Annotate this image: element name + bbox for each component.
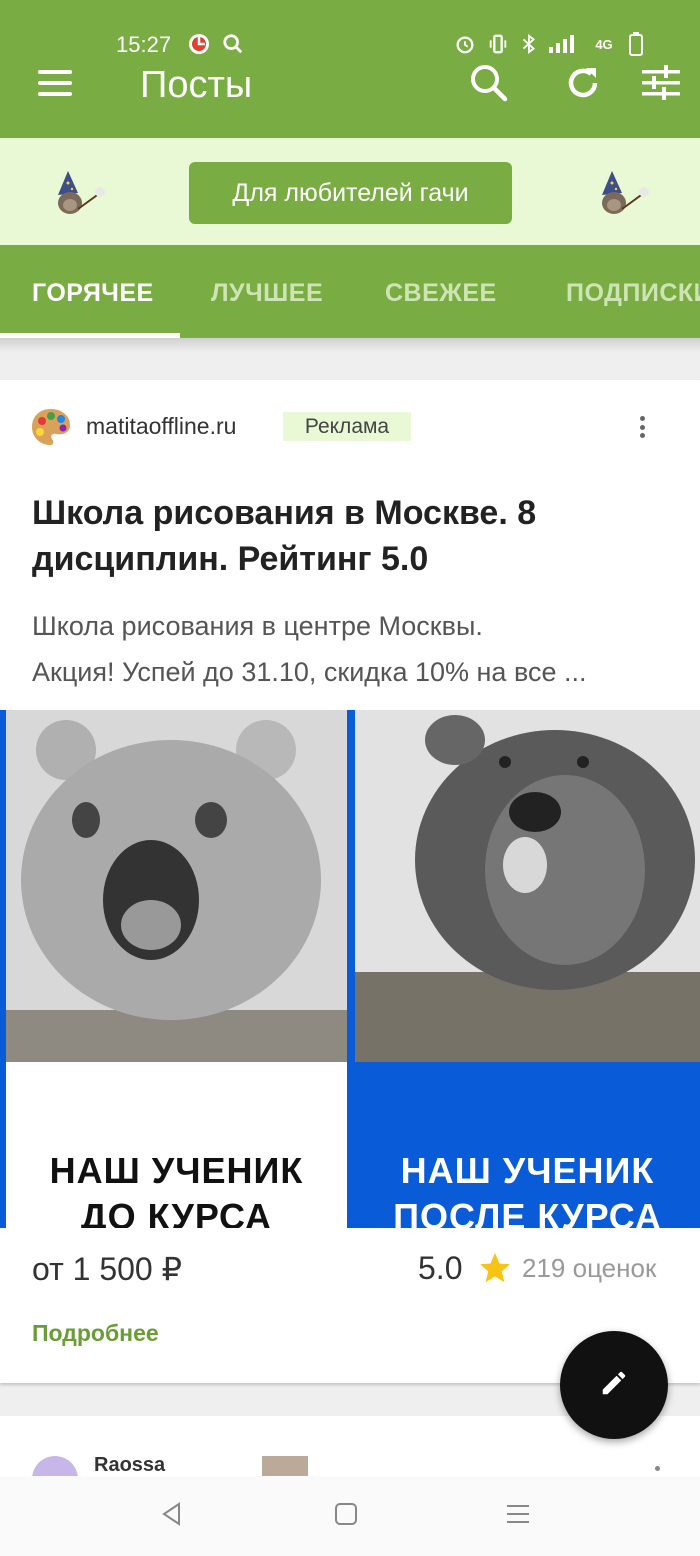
alarm-icon xyxy=(452,32,478,56)
home-icon xyxy=(333,1501,359,1532)
avatar[interactable] xyxy=(32,1456,78,1476)
search-icon xyxy=(220,32,246,56)
system-nav-bar xyxy=(0,1476,700,1556)
before-caption-line2: ДО КУРСА xyxy=(80,1196,273,1228)
recents-button[interactable] xyxy=(498,1496,538,1536)
pencil-icon xyxy=(599,1368,629,1403)
battery-icon xyxy=(626,32,646,56)
back-button[interactable] xyxy=(152,1496,192,1536)
before-caption-line1: НАШ УЧЕНИК xyxy=(49,1150,304,1191)
vibrate-icon xyxy=(485,32,511,56)
post-description-line: Акция! Успей до 31.10, скидка 10% на все… xyxy=(32,657,587,687)
tabs-shadow xyxy=(0,338,700,352)
community-button[interactable]: Для любителей гачи xyxy=(189,162,512,224)
recents-icon xyxy=(505,1501,531,1532)
rating-value: 5.0 xyxy=(418,1250,463,1286)
ad-badge: Реклама xyxy=(283,412,411,441)
menu-button[interactable] xyxy=(30,60,80,110)
menu-icon xyxy=(38,69,72,101)
feed-tabs: ГОРЯЧЕЕ ЛУЧШЕЕ СВЕЖЕЕ ПОДПИСКИ xyxy=(0,245,700,338)
create-post-button[interactable] xyxy=(560,1331,668,1439)
page-title: Посты xyxy=(140,64,253,106)
after-panel: НАШ УЧЕНИК ПОСЛЕ КУРСА xyxy=(355,710,700,1228)
more-options-button[interactable] xyxy=(630,412,654,442)
tab-fresh[interactable]: СВЕЖЕЕ xyxy=(385,279,497,308)
tab-subscriptions[interactable]: ПОДПИСКИ xyxy=(566,279,700,308)
app-bar: 15:27 4G Посты xyxy=(0,0,700,138)
after-caption-line1: НАШ УЧЕНИК xyxy=(400,1150,655,1191)
back-icon xyxy=(159,1501,185,1532)
star-icon xyxy=(477,1250,513,1286)
post-description: Школа рисования в центре Москвы. Акция! … xyxy=(32,603,672,695)
network-type: 4G xyxy=(595,36,613,52)
ad-image[interactable]: НАШ УЧЕНИК ДО КУРСА НАШ УЧЕНИК ПОСЛЕ КУР… xyxy=(0,710,700,1228)
bluetooth-icon xyxy=(518,32,540,56)
wizard-mascot-icon xyxy=(592,165,652,223)
refresh-icon xyxy=(565,65,601,106)
wizard-mascot-icon xyxy=(48,165,108,223)
home-button[interactable] xyxy=(326,1496,366,1536)
post-title[interactable]: Школа рисования в Москве. 8 дисциплин. Р… xyxy=(32,490,672,582)
tab-hot[interactable]: ГОРЯЧЕЕ xyxy=(32,279,154,308)
status-time: 15:27 xyxy=(116,32,172,57)
community-thumbnail[interactable] xyxy=(262,1456,308,1476)
bear-sketch-before xyxy=(6,710,347,1062)
refresh-button[interactable] xyxy=(558,60,608,110)
post-description-line: Школа рисования в центре Москвы. xyxy=(32,611,483,641)
after-caption-line2: ПОСЛЕ КУРСА xyxy=(393,1196,662,1228)
reviews-count: 219 оценок xyxy=(522,1253,657,1283)
more-link[interactable]: Подробнее xyxy=(32,1320,159,1347)
ad-source[interactable]: matitaoffline.ru xyxy=(86,413,236,440)
filter-button[interactable] xyxy=(636,60,686,110)
filter-icon xyxy=(642,64,680,106)
signal-icon xyxy=(546,32,578,56)
search-icon xyxy=(470,64,508,107)
before-panel: НАШ УЧЕНИК ДО КУРСА xyxy=(6,710,347,1228)
tab-best[interactable]: ЛУЧШЕЕ xyxy=(211,279,323,308)
bear-sketch-after xyxy=(355,710,700,1062)
price: от 1 500 ₽ xyxy=(32,1251,182,1287)
post-author[interactable]: Raossa xyxy=(94,1454,165,1476)
app-notification-icon xyxy=(186,32,212,56)
more-options-dot[interactable] xyxy=(655,1466,660,1471)
palette-icon xyxy=(30,407,72,447)
search-button[interactable] xyxy=(464,60,514,110)
